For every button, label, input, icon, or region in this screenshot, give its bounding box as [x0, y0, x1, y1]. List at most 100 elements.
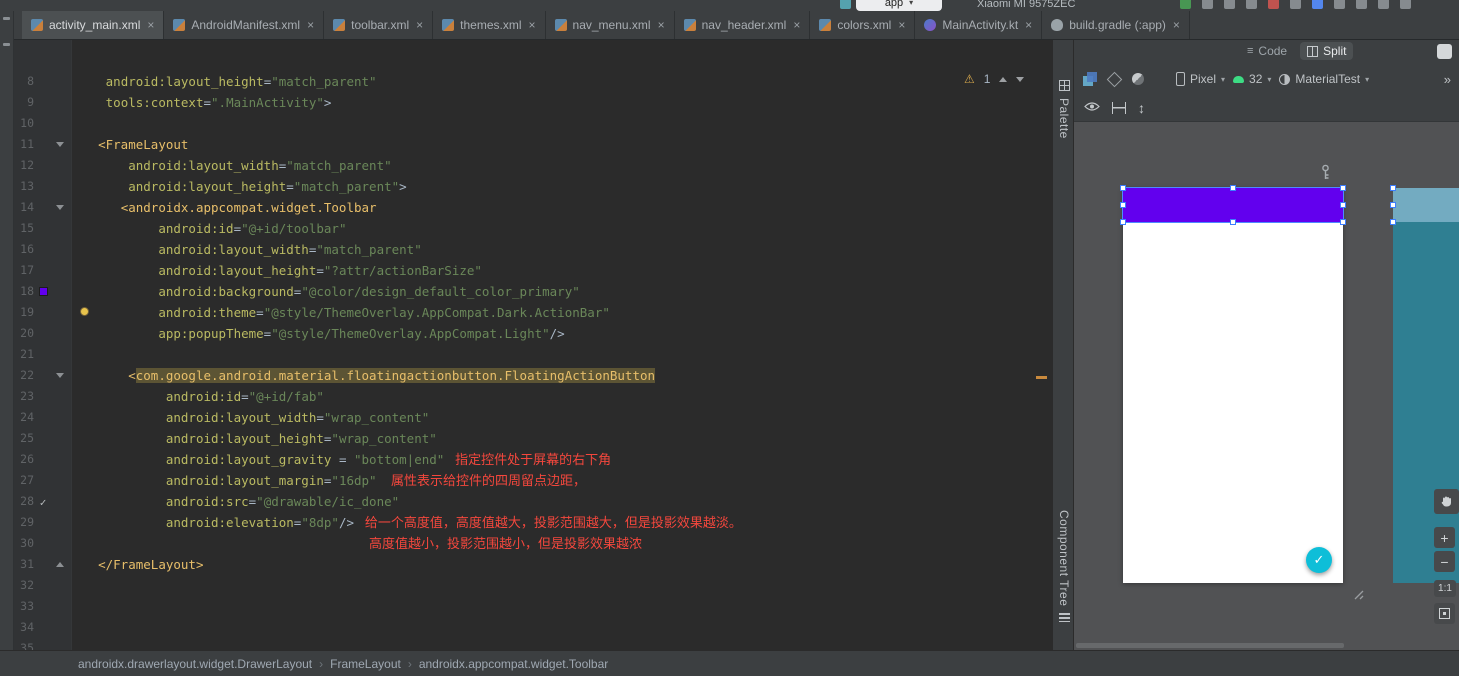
- selection-handle[interactable]: [1230, 219, 1236, 225]
- code-line-34[interactable]: 34: [14, 617, 1052, 638]
- api-selector[interactable]: 32 ▾: [1233, 72, 1271, 86]
- code-line-35[interactable]: 35: [14, 638, 1052, 650]
- selection-handle[interactable]: [1230, 185, 1236, 191]
- design-canvas[interactable]: ✓ + − 1:1: [1074, 122, 1459, 650]
- code-line-22[interactable]: 22 <com.google.android.material.floating…: [14, 365, 1052, 386]
- code-line-19[interactable]: 19 android:theme="@style/ThemeOverlay.Ap…: [14, 302, 1052, 323]
- prev-problem-icon[interactable]: [999, 76, 1008, 82]
- close-icon[interactable]: ×: [1173, 19, 1180, 31]
- code-line-28[interactable]: 28 ✓ android:src="@drawable/ic_done": [14, 491, 1052, 512]
- palette-tool-button[interactable]: Palette: [1053, 80, 1075, 139]
- code-line-18[interactable]: 18 android:background="@color/design_def…: [14, 281, 1052, 302]
- selection-handle[interactable]: [1390, 185, 1396, 191]
- fold-slot[interactable]: [52, 365, 68, 386]
- selection-handle[interactable]: [1120, 219, 1126, 225]
- fold-slot[interactable]: [52, 197, 68, 218]
- close-icon[interactable]: ×: [793, 19, 800, 31]
- code-line-25[interactable]: 25 android:layout_height="wrap_content": [14, 428, 1052, 449]
- tab-colors.xml[interactable]: colors.xml ×: [810, 11, 916, 39]
- run-config-select[interactable]: app ▾: [856, 0, 942, 11]
- code-line-13[interactable]: 13 android:layout_height="match_parent">: [14, 176, 1052, 197]
- close-icon[interactable]: ×: [529, 19, 536, 31]
- code-line-29[interactable]: 29 android:elevation="8dp"/> 给一个高度值，高度值越…: [14, 512, 1052, 533]
- sync-project-icon[interactable]: [1334, 0, 1345, 9]
- fold-slot[interactable]: [52, 554, 68, 575]
- selection-handle[interactable]: [1340, 219, 1346, 225]
- tab-activity_main.xml[interactable]: activity_main.xml ×: [22, 11, 165, 39]
- tab-nav_menu.xml[interactable]: nav_menu.xml ×: [546, 11, 675, 39]
- theme-selector[interactable]: MaterialTest ▾: [1279, 72, 1369, 86]
- code-line-16[interactable]: 16 android:layout_width="match_parent": [14, 239, 1052, 260]
- code-mode-button[interactable]: ≡ Code: [1240, 42, 1294, 60]
- code-line-32[interactable]: 32: [14, 575, 1052, 596]
- fold-slot[interactable]: [52, 134, 68, 155]
- design-surface-icon[interactable]: [1082, 71, 1098, 87]
- preview-toolbar-selected[interactable]: [1120, 185, 1346, 225]
- selection-handle[interactable]: [1340, 202, 1346, 208]
- intention-bulb-icon[interactable]: [80, 307, 89, 316]
- layout-inspector-icon[interactable]: [1400, 0, 1411, 9]
- code-line-24[interactable]: 24 android:layout_width="wrap_content": [14, 407, 1052, 428]
- code-editor[interactable]: 8 android:layout_height="match_parent" 9 …: [14, 40, 1052, 650]
- next-problem-icon[interactable]: [1016, 76, 1025, 82]
- code-line-14[interactable]: 14 <androidx.appcompat.widget.Toolbar: [14, 197, 1052, 218]
- component-tree-tool-button[interactable]: Component Tree: [1053, 510, 1075, 623]
- close-icon[interactable]: ×: [416, 19, 423, 31]
- code-line-31[interactable]: 31 </FrameLayout>: [14, 554, 1052, 575]
- code-line-30[interactable]: 30 高度值越小，投影范围越小，但是投影效果越浓: [14, 533, 1052, 554]
- code-line-8[interactable]: 8 android:layout_height="match_parent": [14, 71, 1052, 92]
- stop-icon[interactable]: [1268, 0, 1279, 9]
- fold-down-icon[interactable]: [56, 142, 64, 147]
- tab-themes.xml[interactable]: themes.xml ×: [433, 11, 546, 39]
- orientation-icon[interactable]: [1130, 71, 1146, 87]
- selection-handle[interactable]: [1340, 185, 1346, 191]
- fold-down-icon[interactable]: [56, 373, 64, 378]
- resize-handle-icon[interactable]: [1350, 586, 1364, 605]
- color-swatch-icon[interactable]: [38, 287, 48, 296]
- build-hammer-icon[interactable]: [840, 0, 851, 9]
- close-icon[interactable]: ×: [147, 19, 154, 31]
- close-icon[interactable]: ×: [307, 19, 314, 31]
- code-line-10[interactable]: 10: [14, 113, 1052, 134]
- close-icon[interactable]: ×: [898, 19, 905, 31]
- drawable-preview-icon[interactable]: ✓: [40, 496, 47, 509]
- code-line-17[interactable]: 17 android:layout_height="?attr/actionBa…: [14, 260, 1052, 281]
- tab-nav_header.xml[interactable]: nav_header.xml ×: [675, 11, 811, 39]
- zoom-fit-button[interactable]: [1434, 603, 1455, 624]
- tab-MainActivity.kt[interactable]: MainActivity.kt ×: [915, 11, 1043, 39]
- code-line-27[interactable]: 27 android:layout_margin="16dp" 属性表示给控件的…: [14, 470, 1052, 491]
- code-line-26[interactable]: 26 android:layout_gravity = "bottom|end"…: [14, 449, 1052, 470]
- inspection-widget[interactable]: ⚠ 1: [958, 70, 1031, 88]
- zoom-actual-button[interactable]: 1:1: [1434, 580, 1456, 597]
- horizontal-scrollbar[interactable]: [1076, 643, 1344, 648]
- device-manager-icon[interactable]: [1312, 0, 1323, 9]
- selection-handle[interactable]: [1120, 185, 1126, 191]
- device-select[interactable]: Xiaomi MI 9575ZEC: [977, 0, 1075, 10]
- run-icon[interactable]: [1180, 0, 1191, 9]
- overflow-icon[interactable]: »: [1444, 72, 1451, 87]
- coverage-icon[interactable]: [1246, 0, 1257, 9]
- attach-debugger-icon[interactable]: [1290, 0, 1301, 9]
- tab-toolbar.xml[interactable]: toolbar.xml ×: [324, 11, 434, 39]
- constraints-icon[interactable]: [1112, 101, 1126, 114]
- close-icon[interactable]: ×: [658, 19, 665, 31]
- close-icon[interactable]: ×: [1025, 19, 1032, 31]
- code-line-20[interactable]: 20 app:popupTheme="@style/ThemeOverlay.A…: [14, 323, 1052, 344]
- code-line-9[interactable]: 9 tools:context=".MainActivity">: [14, 92, 1052, 113]
- breadcrumb-item[interactable]: androidx.drawerlayout.widget.DrawerLayou…: [78, 657, 312, 671]
- code-line-21[interactable]: 21: [14, 344, 1052, 365]
- code-line-12[interactable]: 12 android:layout_width="match_parent": [14, 155, 1052, 176]
- design-mode-icon[interactable]: [1437, 44, 1452, 59]
- split-mode-button[interactable]: Split: [1300, 42, 1354, 60]
- zoom-in-button[interactable]: +: [1434, 527, 1455, 548]
- device-selector[interactable]: Pixel ▾: [1176, 72, 1225, 86]
- resize-mode-icon[interactable]: ↕: [1138, 100, 1145, 116]
- breadcrumb-item[interactable]: androidx.appcompat.widget.Toolbar: [419, 657, 608, 671]
- design-preview[interactable]: ✓: [1120, 185, 1346, 583]
- blueprint-toolbar[interactable]: [1390, 185, 1459, 225]
- zoom-out-button[interactable]: −: [1434, 551, 1455, 572]
- fold-down-icon[interactable]: [56, 205, 64, 210]
- blueprint-icon[interactable]: [1106, 71, 1122, 87]
- avd-manager-icon[interactable]: [1378, 0, 1389, 9]
- code-line-15[interactable]: 15 android:id="@+id/toolbar": [14, 218, 1052, 239]
